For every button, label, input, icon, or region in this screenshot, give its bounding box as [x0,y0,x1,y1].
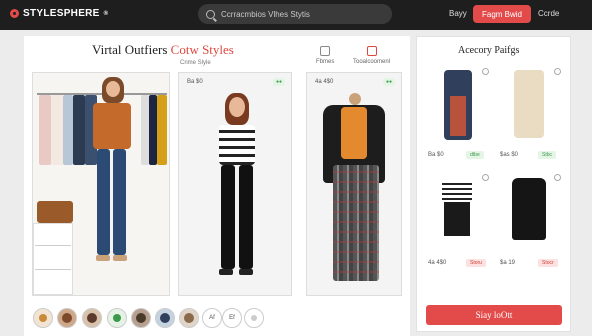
page-subtitle: Cnme Slyle [180,60,211,66]
garment [73,95,85,165]
thumbnail-swatch [113,314,121,322]
black-blazer [512,178,546,240]
handbag [37,201,73,223]
style-thumbnail[interactable] [82,308,102,328]
shop-now-button[interactable]: Siay loOtt [426,305,562,325]
card-tag: ●● [272,78,285,86]
accessory-item[interactable]: Ba $0 dtbe [428,66,489,166]
stock-badge: Stbc [538,151,557,159]
heart-icon[interactable] [554,68,561,75]
drawer-line [35,245,71,246]
accessory-item[interactable]: $a 19 Stocr [500,172,561,272]
striped-offshoulder-top [442,180,472,202]
card-tag: ●● [382,78,395,86]
model-jeans-right [113,149,126,255]
drawer [33,223,73,295]
accessory-price: $as $0 [500,152,519,158]
style-thumbnail[interactable] [57,308,77,328]
outfit-card-plaid[interactable]: 4a 4$0 ●● [306,72,402,296]
style-thumbnail[interactable] [107,308,127,328]
card-price: Ba $0 [187,79,203,85]
nav-link[interactable]: Bayy [449,9,467,18]
style-thumbnail[interactable] [131,308,151,328]
model-sweater [93,103,131,149]
model-jeans-left [97,149,110,255]
model-shoe [113,255,127,261]
title-accent: Cotw Styles [170,42,234,57]
model-shoe [96,255,110,261]
tool-label: Fbmes [316,59,335,65]
search-input[interactable]: Ccrracmbios Vlhes Stytis [198,4,392,24]
stock-badge: Storu [466,259,486,267]
accessory-price: Ba $0 [428,152,444,158]
thumbnail-swatch [39,314,47,322]
garment [149,95,157,165]
search-icon [206,9,215,19]
heart-icon[interactable] [554,174,561,181]
black-pants-left [221,165,235,269]
black-skirt [444,202,470,236]
title-main: Virtal Outfiers [92,42,168,57]
logo[interactable]: STYLESPHERE ® [10,8,108,19]
tool-frames[interactable]: Fbmes [316,46,334,65]
thumbnail-swatch [251,315,257,321]
style-thumbnail[interactable] [244,308,264,328]
tool-accessories[interactable]: Tooalcoomenl [353,46,390,65]
tag-icon [366,46,377,56]
drawer-line [35,269,71,270]
logo-icon [10,9,19,18]
logo-registered-mark: ® [103,10,109,17]
card-price: 4a 4$0 [315,79,334,85]
outfit-card-striped[interactable]: Ba $0 ●● [178,72,292,296]
trench-coat-image [500,66,560,140]
style-thumbnail[interactable] [179,308,199,328]
orange-top [341,107,367,159]
garment [63,95,73,165]
garment [141,95,149,165]
top-navigation-bar: STYLESPHERE ® Ccrracmbios Vlhes Stytis B… [0,0,592,30]
garment [157,95,167,165]
style-thumbnail[interactable]: Ef [222,308,242,328]
accessory-price: 4a 4$0 [428,260,447,266]
denim-jacket-image [428,66,488,140]
plaid-pattern [333,165,379,281]
model-face [229,97,245,117]
model-face [106,81,120,97]
thumbnail-swatch [184,313,194,323]
style-thumbnail[interactable]: Af [202,308,222,328]
page-title: Virtal Outfiers Cotw Styles [92,42,234,58]
model-shoe [239,269,253,275]
style-thumbnail[interactable] [33,308,53,328]
tool-label: Tooalcoomenl [353,59,391,65]
stock-badge: dtbe [466,151,484,159]
search-placeholder: Ccrracmbios Vlhes Stytis [221,9,310,19]
garment [51,95,63,165]
accessory-price: $a 19 [500,260,516,266]
mannequin-head [349,93,361,105]
nav-cta-button[interactable]: Fagm Bwid [473,5,531,23]
hanger-icon [320,46,331,56]
logo-text: STYLESPHERE [23,8,100,19]
nav-right-link[interactable]: Ccrde [538,9,559,18]
stock-badge: Stocr [538,259,558,267]
floral-dress [450,96,466,136]
thumbnail-swatch [62,313,72,323]
thumbnail-swatch [87,313,97,323]
trench-coat [514,70,544,138]
accessory-title: Acecory Paifgs [458,45,520,56]
style-thumbnail[interactable] [155,308,175,328]
thumbnail-swatch [136,313,146,323]
accessory-item[interactable]: 4a 4$0 Storu [428,172,489,272]
black-blazer-image [500,172,560,246]
heart-icon[interactable] [482,174,489,181]
model-shoe [219,269,233,275]
black-pants-right [239,165,253,269]
thumbnail-swatch [160,313,170,323]
accessory-item[interactable]: $as $0 Stbc [500,66,561,166]
striped-top [219,125,255,165]
garment [39,95,51,165]
heart-icon[interactable] [482,68,489,75]
striped-outfit-image [428,172,488,246]
closet-photo[interactable] [32,72,170,296]
